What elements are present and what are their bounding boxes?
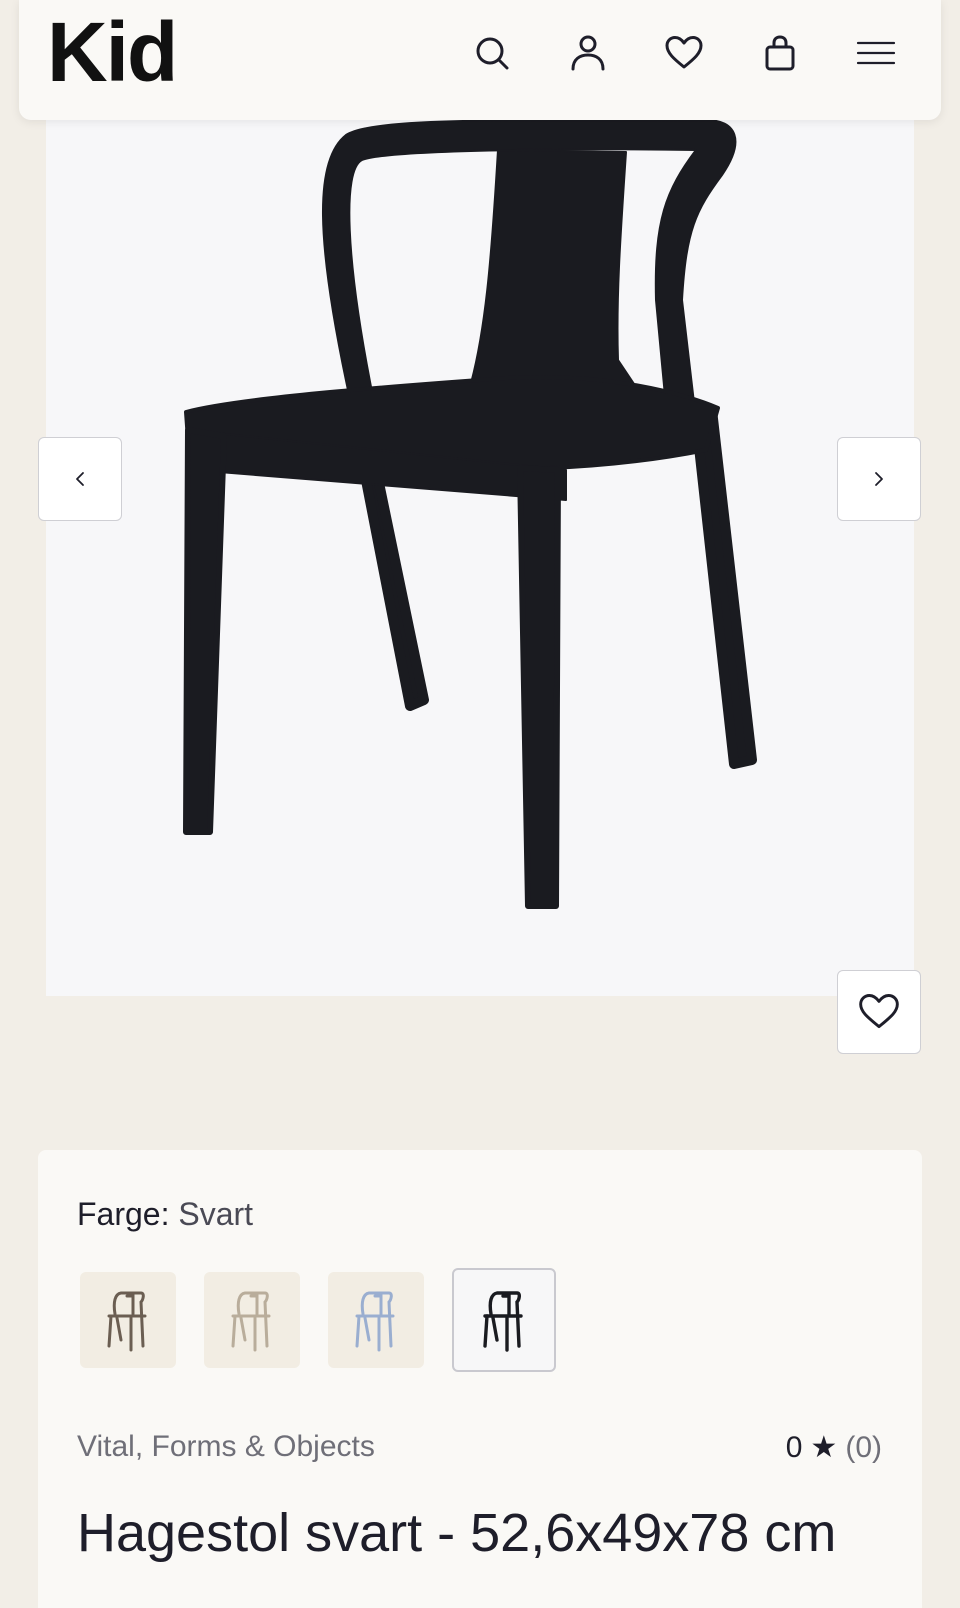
rating-summary[interactable]: 0 ★ (0): [786, 1430, 882, 1465]
site-header: Kid: [19, 0, 941, 120]
swatch-bla[interactable]: [328, 1272, 424, 1368]
search-button[interactable]: [469, 30, 515, 76]
account-button[interactable]: [565, 30, 611, 76]
swatch-brun[interactable]: [80, 1272, 176, 1368]
wishlist-button[interactable]: [661, 30, 707, 76]
menu-button[interactable]: [853, 30, 899, 76]
color-value: Svart: [178, 1196, 254, 1232]
chair-thumbnail-icon: [231, 1291, 271, 1352]
product-title: Hagestol svart - 52,6x49x78 cm: [77, 1503, 837, 1563]
color-swatches: [80, 1268, 556, 1372]
color-label: Farge:: [77, 1196, 170, 1232]
brand-link[interactable]: Vital, Forms & Objects: [77, 1430, 375, 1464]
star-icon: ★: [810, 1431, 838, 1464]
wishlist-icon: [665, 36, 703, 69]
color-selection-label: Farge: Svart: [77, 1196, 253, 1233]
product-info-panel: Farge: Svart Vital, Forms & Objects 0 ★ …: [38, 1150, 922, 1608]
gallery-prev-button[interactable]: [38, 437, 122, 521]
swatch-beige[interactable]: [204, 1272, 300, 1368]
rating-count: (0): [845, 1430, 882, 1464]
menu-icon: [856, 41, 896, 65]
search-icon: [476, 37, 509, 70]
rating-value: 0: [785, 1430, 803, 1464]
cart-icon: [765, 35, 795, 71]
heart-icon: [859, 994, 899, 1029]
swatch-svart[interactable]: [452, 1268, 556, 1372]
product-page: Kid Farge: Svart Vital, Forms & Objects …: [0, 0, 960, 1608]
cart-button[interactable]: [757, 30, 803, 76]
product-image[interactable]: [46, 0, 914, 996]
chevron-left-icon: [76, 472, 84, 486]
gallery-next-button[interactable]: [837, 437, 921, 521]
chair-thumbnail-icon: [483, 1291, 523, 1352]
account-icon: [571, 35, 605, 71]
chair-thumbnail-icon: [355, 1291, 395, 1352]
product-gallery: [46, 0, 914, 996]
chair-thumbnail-icon: [107, 1291, 147, 1352]
logo[interactable]: Kid: [47, 10, 178, 94]
chevron-right-icon: [875, 472, 883, 486]
add-to-wishlist-button[interactable]: [837, 970, 921, 1054]
